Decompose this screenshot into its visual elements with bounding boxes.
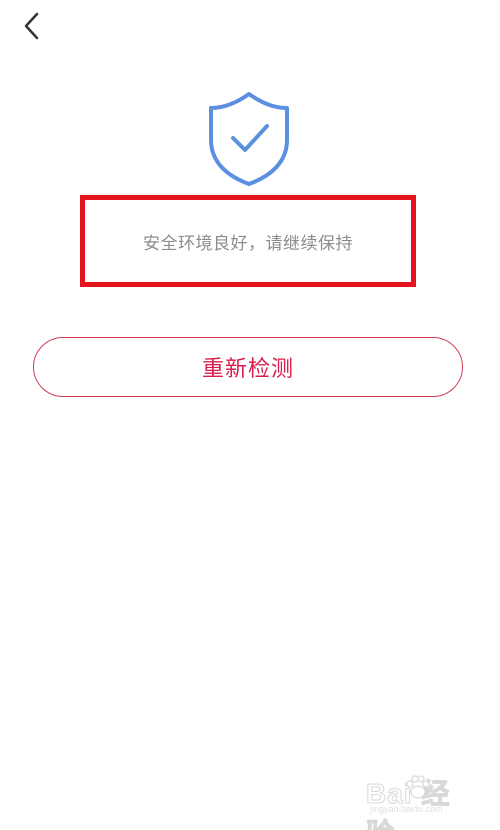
- security-check-page: 安全环境良好，请继续保持 重新检测 Bai 经验 jingyan.baidu.c…: [0, 0, 500, 830]
- status-message: 安全环境良好，请继续保持: [143, 233, 353, 254]
- status-highlight-box: 安全环境良好，请继续保持: [80, 195, 416, 287]
- chevron-left-icon: [24, 12, 39, 40]
- recheck-button[interactable]: 重新检测: [33, 337, 463, 397]
- watermark: Bai 经验 jingyan.baidu.com: [358, 764, 478, 830]
- shield-check-icon: [209, 92, 289, 186]
- back-button[interactable]: [14, 8, 50, 44]
- recheck-button-label: 重新检测: [201, 357, 294, 382]
- watermark-url: jingyan.baidu.com: [370, 804, 443, 814]
- paw-icon: [406, 775, 430, 799]
